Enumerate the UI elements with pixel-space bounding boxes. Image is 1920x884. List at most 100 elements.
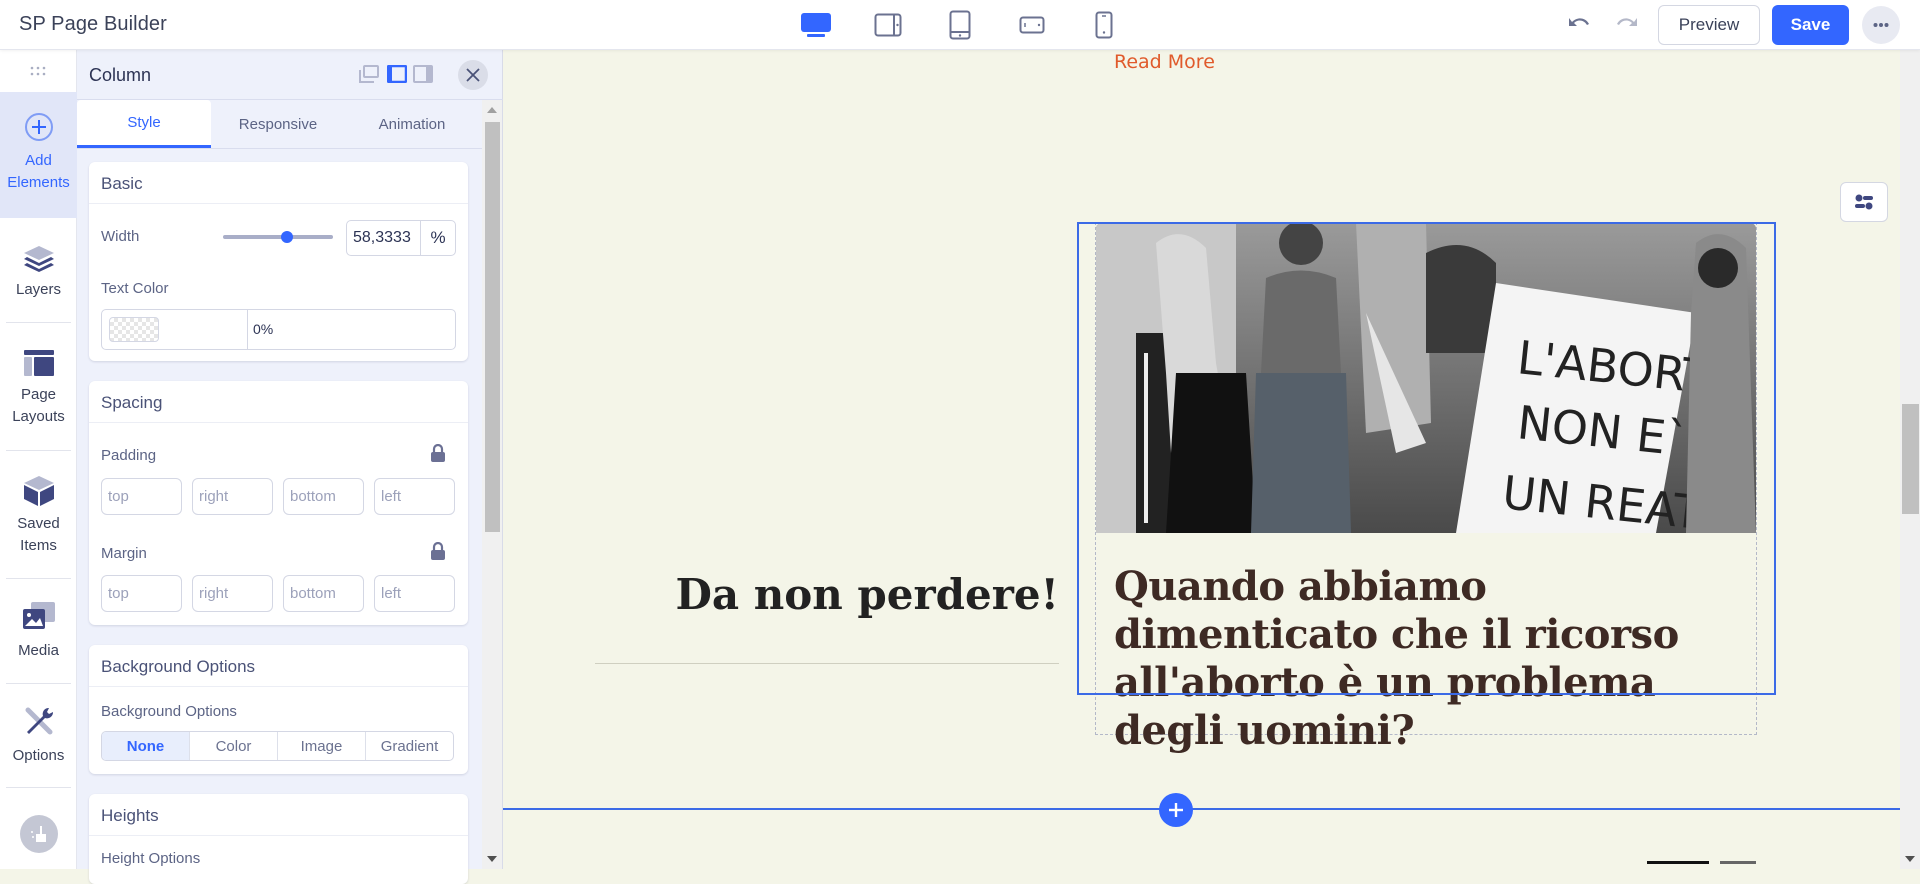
width-unit-select[interactable]: % [421, 221, 455, 255]
canvas-scrollbar[interactable] [1900, 50, 1920, 869]
plus-icon [1169, 803, 1183, 817]
drag-handle[interactable] [0, 50, 76, 92]
grip-dots-icon [30, 66, 46, 76]
margin-label: Margin [101, 545, 147, 562]
scroll-down-arrow-icon [1905, 856, 1915, 862]
panel-title: Column [89, 65, 152, 85]
redo-button[interactable] [1614, 12, 1640, 38]
rail-layers[interactable]: Layers [0, 245, 77, 301]
read-more-link[interactable]: Read More [1114, 51, 1215, 73]
bg-option-image[interactable]: Image [278, 732, 366, 760]
undo-button[interactable] [1566, 12, 1592, 38]
device-desktop-button[interactable] [800, 9, 832, 41]
bg-option-gradient[interactable]: Gradient [366, 732, 453, 760]
width-slider-handle[interactable] [281, 231, 293, 243]
float-window-icon [359, 65, 379, 83]
panel-scroll-thumb[interactable] [485, 122, 500, 532]
tablet-icon [949, 10, 971, 40]
panel-float-button[interactable] [359, 65, 379, 88]
rail-label: Options [12, 747, 65, 764]
top-bar: SP Page Builder Preview Save [0, 0, 1920, 50]
preview-button[interactable]: Preview [1658, 5, 1760, 45]
undo-icon [1569, 18, 1589, 26]
margin-top-input[interactable]: top [101, 575, 182, 612]
rail-options[interactable]: Options [0, 705, 77, 767]
rail-label: Saved Items [17, 515, 60, 554]
width-input[interactable]: 58,3333 [347, 221, 421, 255]
device-switcher [800, 9, 1120, 41]
margin-bottom-input[interactable]: bottom [283, 575, 364, 612]
panel-tabs: Style Responsive Animation [77, 100, 482, 149]
margin-lock-icon[interactable] [430, 542, 446, 560]
background-options-label: Background Options [101, 703, 237, 720]
width-input-group: 58,3333 % [346, 220, 456, 256]
bg-option-color[interactable]: Color [190, 732, 278, 760]
layers-icon [23, 246, 54, 272]
width-slider[interactable] [223, 231, 333, 243]
rail-label: Add Elements [7, 152, 70, 191]
row-boundary-line [503, 808, 1900, 810]
tab-animation[interactable]: Animation [345, 100, 479, 148]
rail-label: Page Layouts [12, 386, 65, 425]
device-tablet-landscape-button[interactable] [872, 9, 904, 41]
panel-dock-left-button[interactable] [386, 64, 408, 88]
column-settings-panel: Column Style Responsive Animation Basic … [77, 50, 503, 884]
clean-button[interactable] [20, 815, 58, 853]
rail-page-layouts[interactable]: Page Layouts [0, 350, 77, 428]
left-rail: Add Elements Layers Page Layouts Saved I… [0, 50, 77, 869]
tools-icon [25, 707, 53, 735]
spacing-card: Spacing Padding top right bottom left Ma… [89, 381, 468, 625]
tab-responsive[interactable]: Responsive [211, 100, 345, 148]
spacing-card-title: Spacing [89, 381, 468, 423]
background-card: Background Options Background Options No… [89, 645, 468, 774]
rail-divider [6, 683, 71, 684]
device-tablet-button[interactable] [944, 9, 976, 41]
section-heading[interactable]: Da non perdere! [595, 570, 1059, 619]
heights-card: Heights Height Options [89, 794, 468, 884]
padding-right-input[interactable]: right [192, 478, 273, 515]
plus-circle-icon [24, 113, 53, 141]
redo-icon [1617, 18, 1637, 26]
add-row-button[interactable] [1159, 793, 1193, 827]
bg-option-none[interactable]: None [102, 732, 190, 760]
tab-style[interactable]: Style [77, 100, 211, 148]
padding-lock-icon[interactable] [430, 444, 446, 462]
rail-media[interactable]: Media [0, 602, 77, 662]
rail-label: Layers [15, 281, 62, 298]
canvas-scroll-thumb[interactable] [1902, 404, 1919, 514]
padding-bottom-input[interactable]: bottom [283, 478, 364, 515]
padding-left-input[interactable]: left [374, 478, 455, 515]
margin-right-input[interactable]: right [192, 575, 273, 612]
panel-close-button[interactable] [458, 60, 488, 90]
margin-left-input[interactable]: left [374, 575, 455, 612]
mobile-landscape-icon [1019, 16, 1045, 34]
box-icon [23, 476, 54, 506]
selected-column-outline [1077, 222, 1776, 695]
rail-saved-items[interactable]: Saved Items [0, 475, 77, 557]
page-layouts-icon [23, 350, 54, 376]
rail-label: Media [18, 642, 59, 659]
slider-indicator[interactable] [1720, 861, 1756, 864]
padding-top-input[interactable]: top [101, 478, 182, 515]
panel-scrollbar[interactable] [482, 100, 502, 869]
panel-dock-right-button[interactable] [413, 65, 433, 88]
more-options-button[interactable] [1862, 6, 1900, 44]
more-horizontal-icon [1873, 23, 1889, 27]
row-settings-button[interactable] [1840, 182, 1888, 222]
rail-divider [6, 787, 71, 788]
slider-indicator-active[interactable] [1647, 861, 1709, 864]
device-mobile-landscape-button[interactable] [1016, 9, 1048, 41]
text-color-picker[interactable]: 0% [101, 309, 456, 350]
color-opacity-value[interactable]: 0% [247, 310, 278, 349]
rail-add-elements[interactable]: Add Elements [0, 92, 77, 218]
close-icon [466, 68, 480, 82]
color-swatch[interactable] [109, 317, 159, 342]
device-mobile-button[interactable] [1088, 9, 1120, 41]
app-title: SP Page Builder [19, 13, 167, 35]
broom-icon [31, 826, 46, 842]
save-button[interactable]: Save [1772, 5, 1849, 45]
mobile-icon [1095, 11, 1113, 39]
media-icon [22, 602, 55, 629]
height-options-label: Height Options [101, 850, 201, 867]
panel-header: Column [77, 50, 503, 100]
